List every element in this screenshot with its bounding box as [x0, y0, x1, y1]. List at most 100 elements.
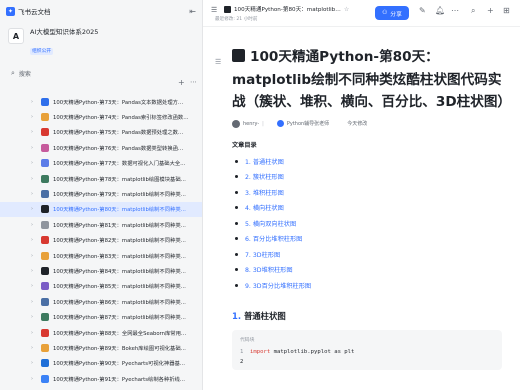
toc-link[interactable]: 3. 堆积柱形图 — [245, 188, 284, 197]
sidebar-page-item[interactable]: › 100天精通Python-第79天：matplotlib绘制不同种类… — [0, 186, 202, 201]
page-emoji-icon — [41, 174, 49, 183]
expand-caret-icon[interactable]: › — [31, 330, 33, 336]
sidebar-page-item[interactable]: › 100天精通Python-第75天：Pandas数据预处理之数… — [0, 125, 202, 140]
sidebar-page-item[interactable]: › 100天精通Python-第77天：数据可视化入门基础大全… — [0, 156, 202, 171]
toc-item[interactable]: 5. 横向双向柱状图 — [232, 216, 510, 232]
sidebar-page-item[interactable]: › 100天精通Python-第86天：matplotlib绘制不同种类… — [0, 294, 202, 309]
more-icon[interactable]: ⋯ — [451, 6, 459, 15]
toc-item[interactable]: 9. 3D百分比堆积柱形图 — [232, 278, 510, 294]
expand-caret-icon[interactable]: › — [31, 129, 33, 135]
toc-link[interactable]: 9. 3D百分比堆积柱形图 — [245, 281, 311, 290]
toc-link[interactable]: 5. 横向双向柱状图 — [245, 219, 296, 228]
sidebar-page-title: 100天精通Python-第83天：matplotlib绘制不同种类… — [53, 253, 186, 260]
edit-icon[interactable]: ✎ — [419, 6, 426, 15]
sidebar-page-item[interactable]: › 100天精通Python-第73天：Pandas文本数据处理方… — [0, 94, 202, 109]
doc-breadcrumb-title[interactable]: 100天精通Python-第80天：matplotlib… — [234, 5, 341, 13]
sidebar-page-item[interactable]: › 100天精通Python-第88天：全网最全Seaborn库常用… — [0, 325, 202, 340]
toc-link[interactable]: 7. 3D柱形图 — [245, 250, 280, 259]
collapse-sidebar-icon[interactable]: ⇤ — [189, 7, 196, 16]
page-emoji-icon — [41, 343, 49, 352]
expand-caret-icon[interactable]: › — [31, 99, 33, 105]
toc-item[interactable]: 8. 3D堆积柱形图 — [232, 262, 510, 278]
author-name[interactable]: henry- — [243, 121, 259, 127]
sidebar-page-item[interactable]: › 100天精通Python-第89天：Bokeh库绘图可视化基础… — [0, 340, 202, 355]
toc-item[interactable]: 4. 横向柱状图 — [232, 200, 510, 216]
sidebar-page-item[interactable]: › 100天精通Python-第81天：matplotlib绘制不同种类… — [0, 217, 202, 232]
collaborator-avatar[interactable] — [276, 120, 284, 127]
expand-caret-icon[interactable]: › — [31, 237, 33, 243]
grid-apps-icon[interactable]: ⊞ — [503, 6, 510, 15]
search-doc-icon[interactable]: ⌕ — [471, 6, 475, 16]
sidebar-page-title: 100天精通Python-第78天：matplotlib绘图模块基础… — [53, 176, 186, 183]
toc-item[interactable]: 1. 普通柱状图 — [232, 154, 510, 170]
sidebar-page-item[interactable]: › 100天精通Python-第82天：matplotlib绘制不同种类… — [0, 233, 202, 248]
toc-item[interactable]: 7. 3D柱形图 — [232, 247, 510, 263]
more-options-icon[interactable]: ⋯ — [190, 78, 197, 86]
workspace-name: AI大模型知识体系2025 — [30, 28, 99, 36]
toc-item[interactable]: 3. 堆积柱形图 — [232, 185, 510, 201]
expand-caret-icon[interactable]: › — [31, 206, 33, 212]
code-block[interactable]: 代码块 1 import matplotlib.pyplot as plt 2 — [232, 330, 502, 370]
sidebar-page-item[interactable]: › 100天精通Python-第74天：Pandas索引标签修改函数… — [0, 109, 202, 124]
toc-link[interactable]: 1. 普通柱状图 — [245, 157, 284, 166]
expand-caret-icon[interactable]: › — [31, 299, 33, 305]
expand-caret-icon[interactable]: › — [31, 268, 33, 274]
bullet-icon — [235, 221, 238, 225]
add-page-icon[interactable]: + — [178, 78, 185, 87]
sidebar-page-title: 100天精通Python-第89天：Bokeh库绘图可视化基础… — [53, 345, 186, 352]
menu-icon[interactable]: ☰ — [211, 6, 217, 14]
toc-link[interactable]: 8. 3D堆积柱形图 — [245, 265, 293, 274]
doc-title-block: 100天精通Python-第80天：matplotlib绘制不同种类炫酷柱状图代… — [232, 46, 511, 114]
workspace-header[interactable]: A AI大模型知识体系2025 组织公开 — [0, 22, 202, 60]
add-icon[interactable]: + — [487, 6, 494, 15]
bullet-icon — [235, 268, 238, 272]
expand-caret-icon[interactable]: › — [31, 253, 33, 259]
collaborator-name[interactable]: Python辅导张老师 — [287, 120, 329, 127]
sidebar-page-title: 100天精通Python-第85天：matplotlib绘制不同种类… — [53, 284, 186, 291]
code-language[interactable]: 代码块 — [240, 336, 494, 343]
expand-caret-icon[interactable]: › — [31, 345, 33, 351]
sidebar-page-title: 100天精通Python-第81天：matplotlib绘制不同种类… — [53, 222, 186, 229]
toc-link[interactable]: 2. 簇状柱形图 — [245, 172, 284, 181]
notification-bell-icon[interactable]: 🔔︎ — [435, 6, 445, 15]
expand-caret-icon[interactable]: › — [31, 376, 33, 382]
sidebar-page-item[interactable]: › 100天精通Python-第83天：matplotlib绘制不同种类… — [0, 248, 202, 263]
sidebar-page-item[interactable]: › 100天精通Python-第80天：matplotlib绘制不同种类… — [0, 201, 202, 218]
sidebar-page-item[interactable]: › 100天精通Python-第91天：Pyecharts绘制各种折线… — [0, 371, 202, 386]
expand-caret-icon[interactable]: › — [31, 191, 33, 197]
code-line: 2 — [240, 359, 494, 365]
sidebar-page-title: 100天精通Python-第74天：Pandas索引标签修改函数… — [53, 115, 189, 122]
author-avatar[interactable] — [232, 119, 240, 128]
outline-toggle-icon[interactable]: ☰ — [215, 58, 221, 66]
sidebar-page-title: 100天精通Python-第88天：全网最全Seaborn库常用… — [53, 330, 187, 337]
expand-caret-icon[interactable]: › — [31, 176, 33, 182]
sidebar: ✦ 飞书云文档 ⇤ A AI大模型知识体系2025 组织公开 ⌕ 搜索 + ⋯ … — [0, 0, 203, 390]
sidebar-page-item[interactable]: › 100天精通Python-第84天：matplotlib绘制不同种类… — [0, 263, 202, 278]
sidebar-page-item[interactable]: › 100天精通Python-第78天：matplotlib绘图模块基础… — [0, 171, 202, 186]
expand-caret-icon[interactable]: › — [31, 283, 33, 289]
star-icon[interactable]: ☆ — [344, 6, 349, 13]
workspace-tag: 组织公开 — [30, 48, 54, 55]
toc-item[interactable]: 6. 百分比堆积柱形图 — [232, 231, 510, 247]
sidebar-page-item[interactable]: › 100天精通Python-第76天：Pandas数据类型转换函… — [0, 140, 202, 155]
expand-caret-icon[interactable]: › — [31, 145, 33, 151]
sidebar-page-item[interactable]: › 100天精通Python-第85天：matplotlib绘制不同种类… — [0, 279, 202, 294]
expand-caret-icon[interactable]: › — [31, 314, 33, 320]
app-name[interactable]: 飞书云文档 — [18, 6, 51, 16]
sidebar-page-title: 100天精通Python-第91天：Pyecharts绘制各种折线… — [53, 376, 186, 383]
page-emoji-icon — [41, 251, 49, 260]
sidebar-page-item[interactable]: › 100天精通Python-第90天：Pyecharts可视化神器基… — [0, 356, 202, 371]
sidebar-page-title: 100天精通Python-第79天：matplotlib绘制不同种类… — [53, 192, 186, 199]
expand-caret-icon[interactable]: › — [31, 222, 33, 228]
expand-caret-icon[interactable]: › — [31, 360, 33, 366]
last-modified: 最近修改: 21 小时前 — [215, 17, 258, 22]
share-button[interactable]: ⚇ 分享 — [375, 6, 409, 20]
toc-link[interactable]: 4. 横向柱状图 — [245, 203, 284, 212]
expand-caret-icon[interactable]: › — [31, 114, 33, 120]
sidebar-page-item[interactable]: › 100天精通Python-第87天：matplotlib绘制不同种类… — [0, 309, 202, 324]
code-keyword: import — [250, 349, 271, 355]
toc-link[interactable]: 6. 百分比堆积柱形图 — [245, 234, 302, 243]
expand-caret-icon[interactable]: › — [31, 160, 33, 166]
toc-item[interactable]: 2. 簇状柱形图 — [232, 169, 510, 185]
table-of-contents: 文章目录 1. 普通柱状图 2. 簇状柱形图 3. 堆积柱形图 4. 横向柱状图 5. … — [232, 140, 510, 294]
